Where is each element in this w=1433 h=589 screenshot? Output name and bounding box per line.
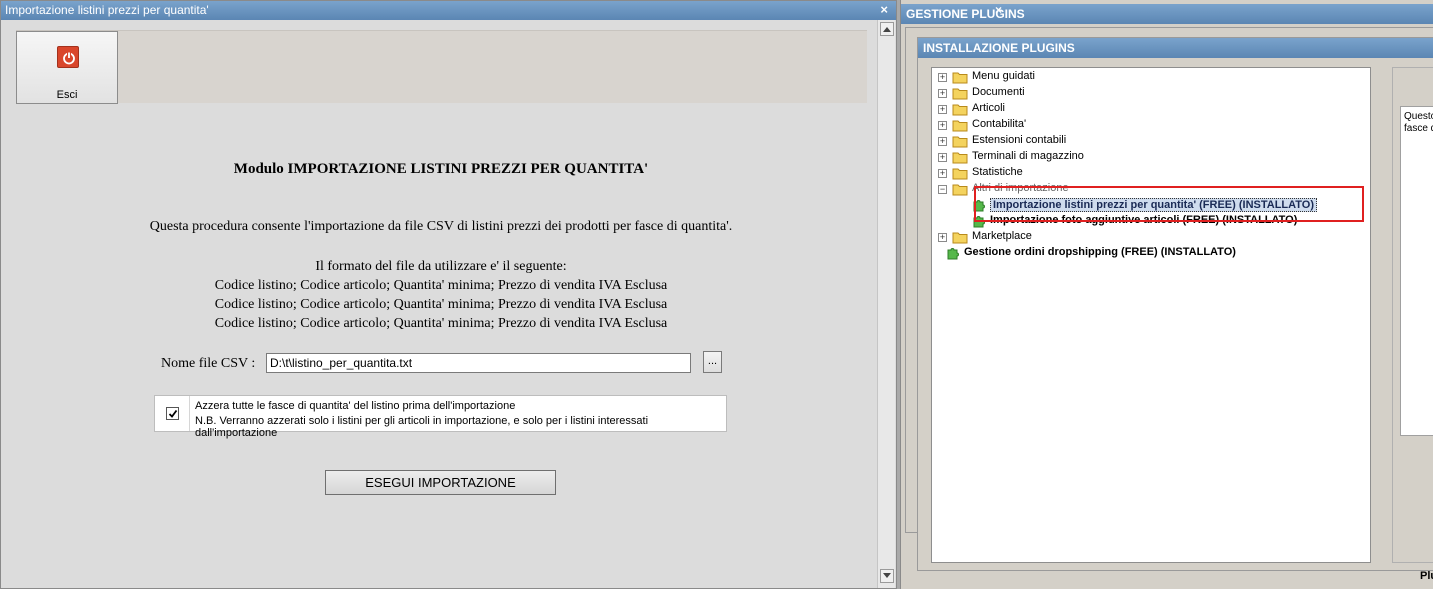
- module-description: Questa procedura consente l'importazione…: [149, 219, 733, 234]
- install-plugins-window: INSTALLAZIONE PLUGINS + Menu guidati + D…: [917, 37, 1433, 582]
- plugin-description: Questo plu fasce di q: [1400, 106, 1433, 436]
- close-icon[interactable]: ×: [995, 0, 1002, 20]
- expand-icon[interactable]: +: [938, 121, 947, 130]
- folder-icon: [952, 104, 968, 116]
- folder-icon: [952, 152, 968, 164]
- reset-option-label: Azzera tutte le fasce di quantita' del l…: [195, 400, 516, 412]
- folder-icon: [952, 72, 968, 84]
- description-line: Questo plu: [1404, 111, 1433, 122]
- browse-button[interactable]: ...: [703, 351, 722, 373]
- format-line: Codice listino; Codice articolo; Quantit…: [214, 297, 668, 312]
- power-icon: [57, 46, 79, 68]
- folder-icon: [952, 120, 968, 132]
- tree-node-label: Terminali di magazzino: [972, 150, 1084, 162]
- puzzle-piece-icon: [947, 248, 959, 260]
- import-window: Importazione listini prezzi per quantita…: [0, 0, 897, 589]
- vertical-scrollbar[interactable]: [877, 20, 895, 588]
- plugin-manager-window: GESTIONE PLUGINS × INSTALLAZIONE PLUGINS…: [900, 0, 1433, 589]
- close-icon[interactable]: ×: [880, 2, 888, 18]
- expand-icon[interactable]: +: [938, 89, 947, 98]
- install-plugins-title: INSTALLAZIONE PLUGINS: [918, 38, 1433, 58]
- folder-icon: [952, 168, 968, 180]
- folder-open-icon: [952, 184, 968, 196]
- plugin-manager-title-text: GESTIONE PLUGINS: [906, 7, 1025, 21]
- reset-checkbox[interactable]: [166, 407, 179, 420]
- collapse-icon[interactable]: −: [938, 185, 947, 194]
- folder-icon: [952, 232, 968, 244]
- window-title-text: Importazione listini prezzi per quantita…: [5, 3, 209, 17]
- tree-node-label: Menu guidati: [972, 70, 1035, 82]
- plugin-item-label: Gestione ordini dropshipping (FREE) (INS…: [964, 246, 1236, 258]
- expand-icon[interactable]: +: [938, 233, 947, 242]
- description-line: fasce di q: [1404, 123, 1433, 134]
- window-title: Importazione listini prezzi per quantita…: [1, 1, 896, 20]
- folder-icon: [952, 136, 968, 148]
- run-import-button[interactable]: ESEGUI IMPORTAZIONE: [325, 470, 556, 495]
- folder-icon: [952, 88, 968, 100]
- csv-file-input[interactable]: [266, 353, 691, 373]
- plugin-details-panel: Questo plu fasce di q Plugin: [1392, 67, 1433, 582]
- expand-icon[interactable]: +: [938, 169, 947, 178]
- tree-node-label: Statistiche: [972, 166, 1023, 178]
- module-title: Modulo IMPORTAZIONE LISTINI PREZZI PER Q…: [233, 161, 649, 177]
- reset-option-box: Azzera tutte le fasce di quantita' del l…: [154, 395, 727, 439]
- tree-node-label: Documenti: [972, 86, 1025, 98]
- tree-node-label: Contabilita': [972, 118, 1027, 130]
- csv-file-label: Nome file CSV :: [161, 356, 256, 371]
- plugin-manager-title: GESTIONE PLUGINS ×: [901, 3, 1433, 24]
- scroll-down-icon[interactable]: [880, 569, 894, 583]
- plugin-label: Plugin: [1420, 570, 1433, 582]
- scroll-up-icon[interactable]: [880, 22, 894, 36]
- reset-option-note: N.B. Verranno azzerati solo i listini pe…: [195, 415, 649, 439]
- toolbar: Esci: [16, 30, 867, 104]
- format-line: Codice listino; Codice articolo; Quantit…: [214, 278, 668, 293]
- expand-icon[interactable]: +: [938, 105, 947, 114]
- exit-button[interactable]: Esci: [16, 31, 118, 104]
- tree-node-label: Estensioni contabili: [972, 134, 1067, 146]
- exit-label: Esci: [56, 89, 78, 101]
- format-intro: Il formato del file da utilizzare e' il …: [315, 259, 567, 274]
- checkmark-icon: [168, 409, 178, 418]
- tree-node-label: Marketplace: [972, 230, 1032, 242]
- divider: [189, 396, 190, 431]
- highlight-box: [974, 186, 1364, 222]
- tree-node-label: Articoli: [972, 102, 1006, 114]
- expand-icon[interactable]: +: [938, 153, 947, 162]
- plugin-tree: + Menu guidati + Documenti + Articoli + …: [931, 67, 1371, 563]
- format-line: Codice listino; Codice articolo; Quantit…: [214, 316, 668, 331]
- format-description: Il formato del file da utilizzare e' il …: [1, 257, 881, 333]
- expand-icon[interactable]: +: [938, 73, 947, 82]
- expand-icon[interactable]: +: [938, 137, 947, 146]
